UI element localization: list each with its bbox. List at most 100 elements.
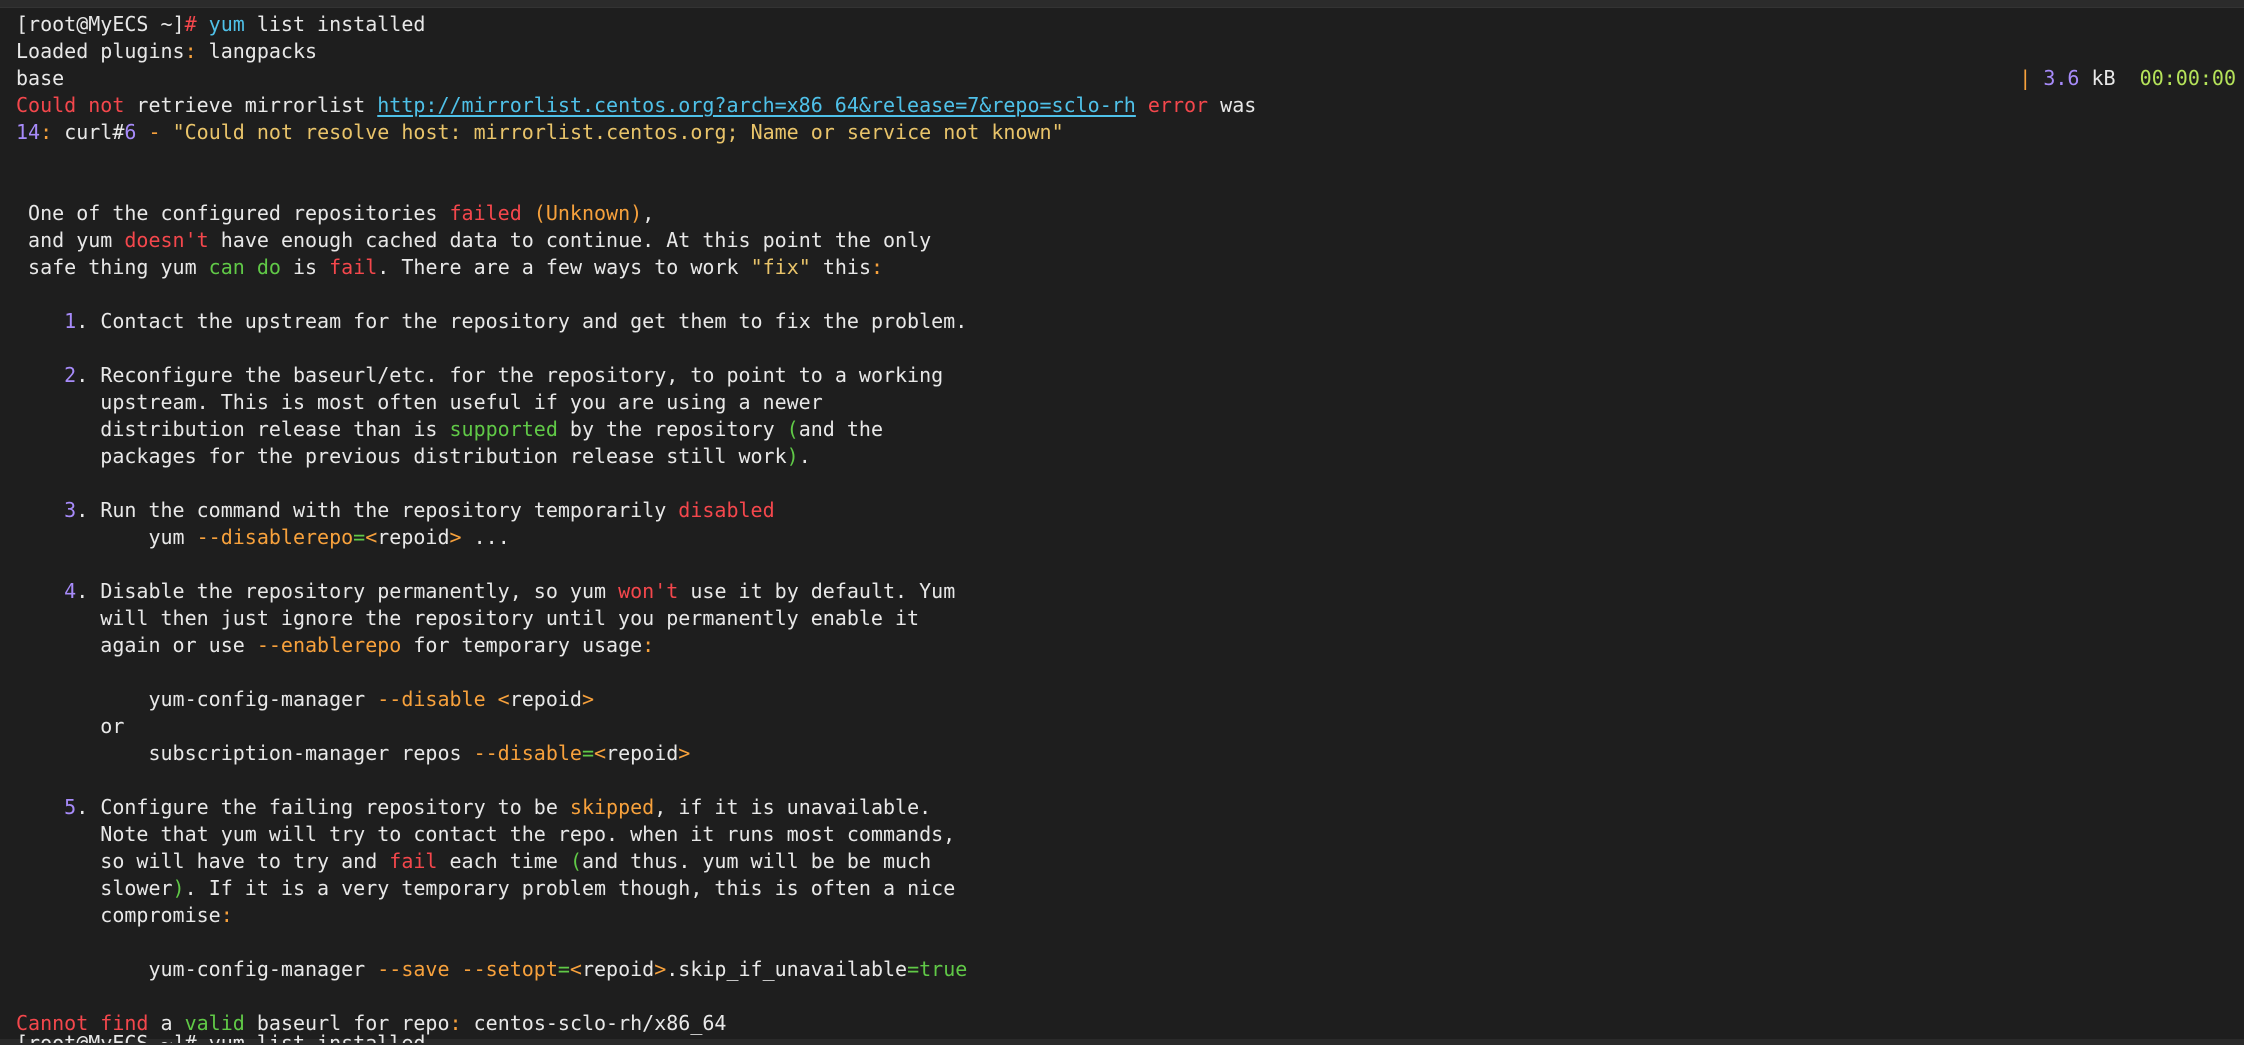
msg-can-do: can do [208, 255, 281, 279]
curl-error-code: 14 [16, 120, 41, 144]
loaded-plugins-label: Loaded plugins [16, 39, 185, 63]
cmd-name: subscription-manager repos [148, 741, 462, 765]
option-number: 1 [64, 309, 77, 333]
option-item-5-line-5: compromise: [100, 903, 233, 927]
cmd-repoid: repoid [377, 525, 450, 549]
msg-fail: fail [329, 255, 378, 279]
msg-text: this [822, 255, 872, 279]
repo-base-line: base [16, 65, 64, 92]
cmd-flag: --disable [473, 741, 582, 765]
cmd-flag: --save [377, 957, 450, 981]
option-text: packages for the previous distribution r… [100, 444, 787, 468]
error-keyword: error [1147, 93, 1209, 117]
option-text: and thus. yum will be be much [581, 849, 932, 873]
option-item-2-line-4: packages for the previous distribution r… [100, 444, 811, 468]
option-number: 2 [64, 363, 77, 387]
option-skipped: skipped [569, 795, 655, 819]
command-line: [root@MyECS ~]# yum list installed [16, 11, 425, 38]
option-item-2-line-2: upstream. This is most often useful if y… [16, 389, 823, 416]
cmd-repoid: repoid [581, 957, 655, 981]
message-line-2: and yum doesn't have enough cached data … [16, 227, 931, 254]
msg-doesnt: doesn't [124, 228, 209, 252]
option-item-2-line-3: distribution release than is supported b… [100, 417, 884, 441]
msg-text: have enough cached data to continue. At … [220, 228, 932, 252]
option-text: upstream. This is most often useful if y… [100, 390, 823, 414]
msg-text: safe thing yum [28, 255, 197, 279]
cmd-name: yum [148, 525, 185, 549]
option-item-5-line-3: so will have to try and fail each time (… [100, 849, 932, 873]
cmd-option-name: .skip_if_unavailable [666, 957, 908, 981]
option-item-4-or: or [16, 713, 124, 740]
repo-size-unit: kB [2091, 66, 2116, 90]
error-retrieve-text: retrieve mirrorlist [136, 93, 366, 117]
option-text: distribution release than is [100, 417, 438, 441]
option-text: by the repository [569, 417, 775, 441]
option-number: 3 [64, 498, 77, 522]
option-or: or [100, 714, 125, 738]
cmd-name: yum-config-manager [148, 687, 366, 711]
option-item-4-line-3: again or use --enablerepo for temporary … [100, 633, 655, 657]
curl-label: curl# [64, 120, 125, 144]
mirrorlist-error-line: Could not retrieve mirrorlist http://mir… [16, 92, 1256, 119]
msg-text: is [292, 255, 318, 279]
curl-error-line: 14: curl#6 - "Could not resolve host: mi… [16, 120, 1064, 144]
cmd-option-value: true [919, 957, 968, 981]
repo-size-number: 3.6 [2043, 66, 2080, 90]
option-item-2: 2. Reconfigure the baseurl/etc. for the … [64, 363, 944, 387]
option-text: Disable the repository permanently, so y… [100, 579, 607, 603]
cmd-flag: --disable [377, 687, 486, 711]
option-text: use it by default. Yum [690, 579, 956, 603]
option-item-4-line-2: will then just ignore the repository unt… [16, 605, 919, 632]
option-text: compromise [100, 903, 221, 927]
repo-elapsed-time: 00:00:00 [2139, 66, 2236, 90]
msg-text: and yum [28, 228, 113, 252]
option-text: each time [449, 849, 558, 873]
option-disabled: disabled [678, 498, 775, 522]
cmd-flag: --enablerepo [256, 633, 402, 657]
option-text: so will have to try and [100, 849, 378, 873]
next-prompt-partial: [root@MyECS ~]# yum list installed [16, 1031, 426, 1045]
cmd-flag: --disablerepo [196, 525, 354, 549]
option-fail: fail [389, 849, 438, 873]
option-text: for temporary usage [413, 633, 643, 657]
option-item-5-line-4: slower). If it is a very temporary probl… [100, 876, 956, 900]
curl-error-message: "Could not resolve host: mirrorlist.cent… [172, 120, 1064, 144]
loaded-plugins-value: langpacks [208, 39, 318, 63]
final-repo-name: centos-sclo-rh/x86_64 [473, 1011, 727, 1035]
command-args: list installed [256, 12, 426, 36]
cmd-name: yum-config-manager [148, 957, 366, 981]
error-could-not: Could not [16, 93, 125, 117]
option-text: If it is a very temporary problem though… [208, 876, 956, 900]
repo-download-status: | 3.6 kB 00:00:00 [2019, 65, 2236, 92]
msg-text: There are a few ways to work [401, 255, 739, 279]
cmd-ellipsis: ... [473, 525, 510, 549]
option-item-5: 5. Configure the failing repository to b… [64, 795, 932, 819]
option-wont: won't [618, 579, 679, 603]
option-text: slower [100, 876, 173, 900]
terminal-window[interactable]: [root@MyECS ~]# yum list installed Loade… [0, 0, 2244, 1045]
option-text: Contact the upstream for the repository … [100, 309, 968, 333]
option-supported: supported [449, 417, 558, 441]
message-line-3: safe thing yum can do is fail. There are… [28, 255, 884, 279]
message-line-1: One of the configured repositories faile… [28, 201, 655, 225]
option-item-3: 3. Run the command with the repository t… [64, 498, 775, 522]
option-item-5-command: yum-config-manager --save --setopt=<repo… [148, 957, 968, 981]
option-text: Reconfigure the baseurl/etc. for the rep… [100, 363, 944, 387]
option-number: 4 [64, 579, 77, 603]
status-separator: | [2019, 66, 2032, 90]
error-was-text: was [1220, 93, 1257, 117]
option-text: will then just ignore the repository unt… [100, 606, 920, 630]
command-name: yum [208, 12, 245, 36]
option-number: 5 [64, 795, 77, 819]
option-text: and the [798, 417, 884, 441]
option-item-1: 1. Contact the upstream for the reposito… [64, 309, 968, 333]
prompt-symbol: # [184, 12, 197, 36]
repo-base-name: base [16, 66, 65, 90]
option-item-4-command-1: yum-config-manager --disable <repoid> [148, 687, 595, 711]
option-text: if it is unavailable. [678, 795, 932, 819]
window-top-edge [0, 0, 2244, 8]
option-item-5-line-2: Note that yum will try to contact the re… [16, 821, 955, 848]
mirrorlist-url-link[interactable]: http://mirrorlist.centos.org?arch=x86_64… [377, 93, 1136, 117]
msg-failed: failed [449, 201, 522, 225]
option-text: Run the command with the repository temp… [100, 498, 667, 522]
